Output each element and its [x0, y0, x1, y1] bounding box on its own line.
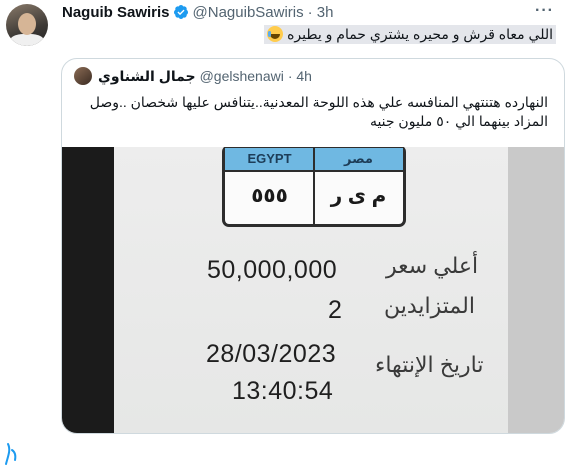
author-avatar[interactable] [6, 4, 48, 46]
plate-divider [313, 148, 315, 224]
plate-country-en: EGYPT [247, 151, 292, 166]
quoted-tweet-text: النهارده هتنتهي المنافسه علي هذه اللوحة … [89, 94, 548, 129]
highest-price-label: أعلي سعر [386, 253, 479, 278]
quoted-tweet-image[interactable]: EGYPT مصر ٥٥٥ م ى ر 50,000,000 أعلي سعر … [62, 147, 564, 433]
bidders-label: المتزايدين [384, 293, 475, 318]
license-plate: EGYPT مصر ٥٥٥ م ى ر [222, 147, 406, 227]
bidders-value: 2 [328, 296, 343, 324]
verified-badge-icon [173, 5, 188, 19]
highest-price-value: 50,000,000 [207, 256, 338, 284]
image-light-edge [508, 147, 564, 433]
laughing-emoji-icon [267, 26, 284, 42]
plate-number: ٥٥٥ [251, 185, 288, 207]
quoted-tweet-header: جمال الشناوي @gelshenawi · 4h [74, 67, 312, 85]
quoted-author-avatar[interactable] [74, 67, 92, 85]
tweet-time[interactable]: · 3h [308, 4, 334, 21]
tweet[interactable]: Naguib Sawiris @NaguibSawiris · 3h ··· ا… [0, 0, 566, 440]
plate-country-ar: مصر [344, 151, 373, 166]
more-options-icon[interactable]: ··· [535, 2, 554, 20]
quoted-author-handle[interactable]: @gelshenawi [200, 68, 284, 84]
tweet-text-body: اللي معاه قرش و محيره يشتري حمام و يطيره [287, 26, 553, 42]
end-time-value: 13:40:54 [232, 377, 334, 405]
quoted-author-name[interactable]: جمال الشناوي [98, 68, 196, 85]
author-handle[interactable]: @NaguibSawiris [193, 4, 304, 21]
quoted-tweet-time[interactable]: · 4h [288, 68, 312, 84]
image-dark-edge [62, 147, 114, 433]
cursor-stroke-icon [5, 443, 17, 465]
tweet-header: Naguib Sawiris @NaguibSawiris · 3h [62, 2, 334, 22]
tweet-text: اللي معاه قرش و محيره يشتري حمام و يطيره [264, 25, 556, 44]
end-date-value: 28/03/2023 [206, 340, 337, 368]
author-name[interactable]: Naguib Sawiris [62, 4, 170, 21]
plate-letters: م ى ر [330, 185, 387, 207]
end-date-label: تاريخ الإنتهاء [375, 352, 484, 377]
quoted-tweet[interactable]: جمال الشناوي @gelshenawi · 4h النهارده ه… [61, 58, 565, 434]
